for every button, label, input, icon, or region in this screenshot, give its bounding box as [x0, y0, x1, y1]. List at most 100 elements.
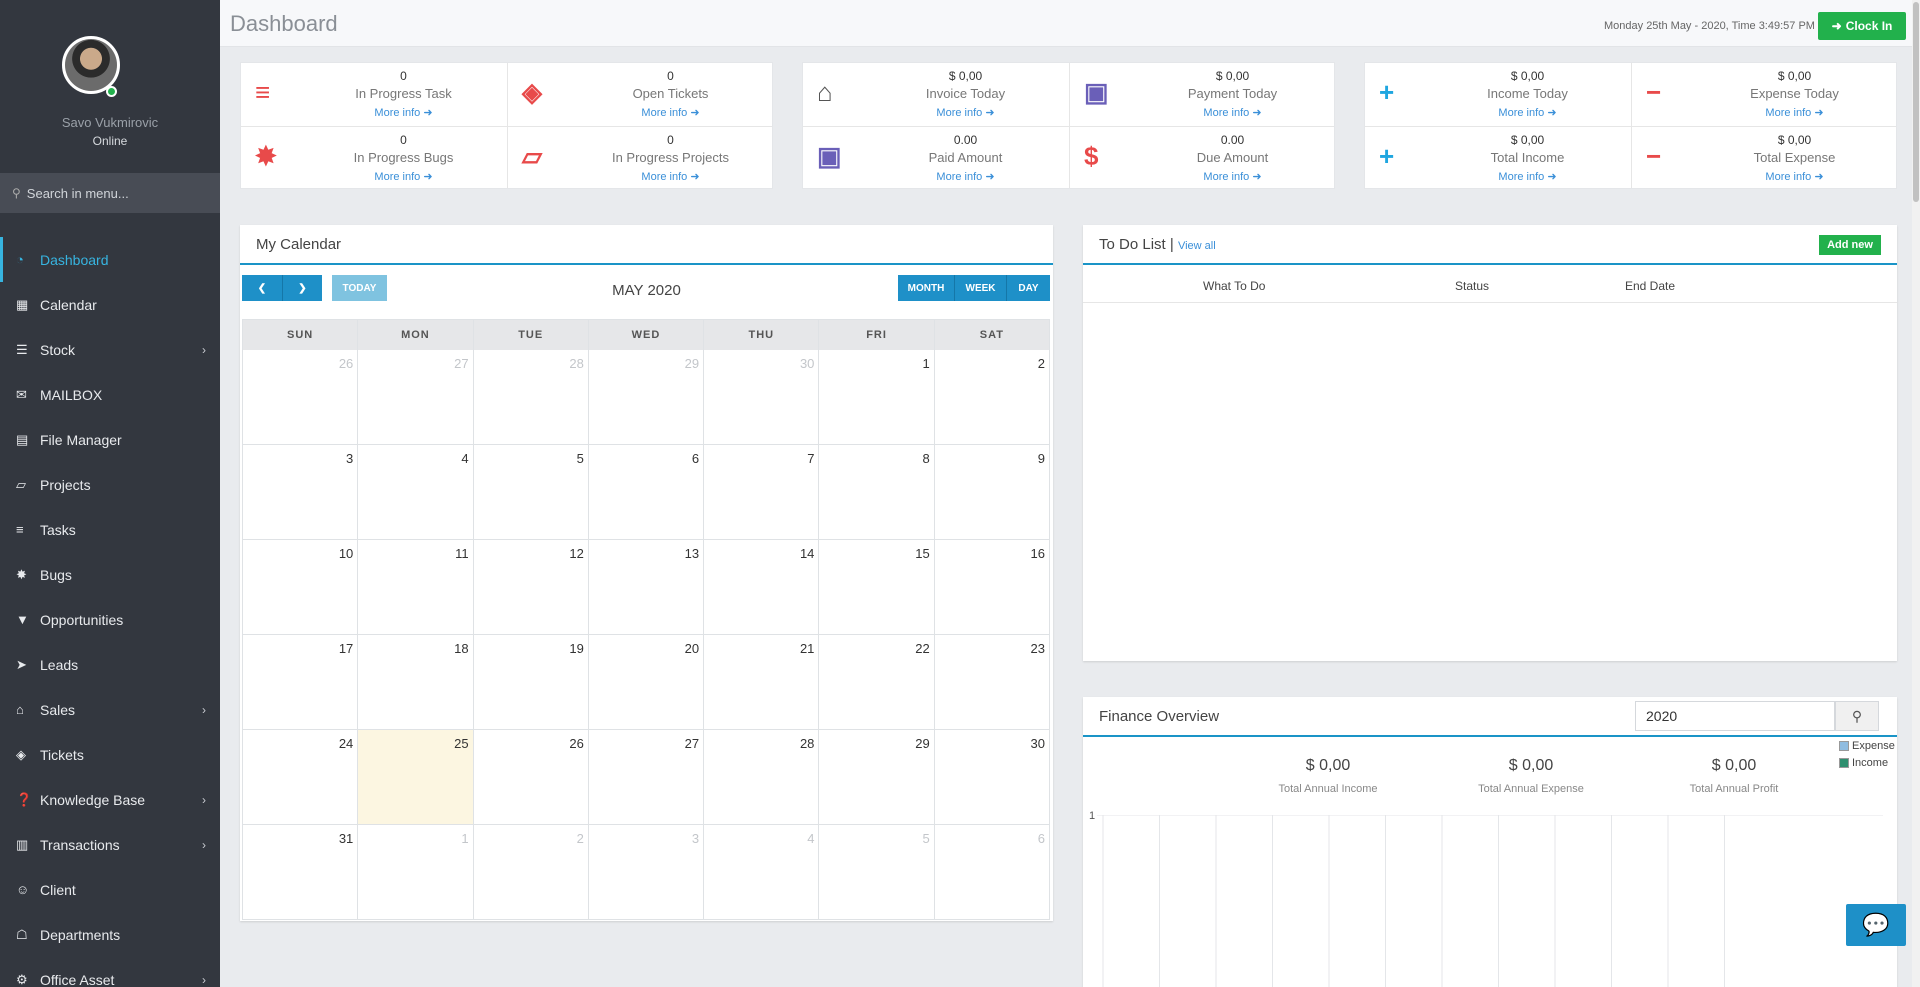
calendar-day[interactable]: 23	[934, 635, 1050, 730]
todo-header: To Do List | View all Add new	[1083, 225, 1897, 265]
sidebar-item-label: Tickets	[40, 746, 84, 763]
calendar-day[interactable]: 29	[819, 730, 935, 825]
finance-search-button[interactable]: ⚲	[1835, 701, 1879, 731]
calendar-day[interactable]: 3	[588, 825, 705, 920]
calendar-day[interactable]: 7	[704, 445, 820, 540]
calendar-day[interactable]: 27	[588, 730, 705, 825]
calendar-day[interactable]: 2	[473, 825, 589, 920]
legend-item-expense[interactable]: Expense	[1839, 737, 1895, 754]
sidebar-item-tasks[interactable]: ≡ Tasks	[0, 507, 220, 552]
calendar-day[interactable]: 30	[704, 350, 820, 445]
more-info-label: More info	[1765, 171, 1812, 183]
calendar-day[interactable]: 6	[934, 825, 1050, 920]
view-all-link[interactable]: View all	[1178, 240, 1216, 252]
month-view-button[interactable]: MONTH	[898, 275, 954, 301]
sidebar-item-transactions[interactable]: ▥ Transactions ›	[0, 822, 220, 867]
sidebar-item-bugs[interactable]: ✸ Bugs	[0, 552, 220, 597]
calendar-day[interactable]: 28	[473, 350, 589, 445]
calendar-day[interactable]: 6	[588, 445, 705, 540]
more-info-link[interactable]: More info ➜	[568, 106, 773, 119]
todo-table-header: What To Do Status End Date	[1083, 277, 1897, 303]
calendar-day[interactable]: 8	[819, 445, 935, 540]
calendar-day[interactable]: 17	[243, 635, 359, 730]
more-info-link[interactable]: More info ➜	[863, 106, 1068, 119]
question-icon: ❓	[16, 791, 33, 807]
todo-title-group: To Do List | View all	[1099, 236, 1216, 253]
sidebar-item-sales[interactable]: ⌂ Sales ›	[0, 687, 220, 732]
sidebar-item-mailbox[interactable]: ✉ MAILBOX	[0, 372, 220, 417]
calendar-day[interactable]: 4	[358, 445, 474, 540]
more-info-link[interactable]: More info ➜	[1425, 106, 1630, 119]
calendar-day[interactable]: 1	[819, 350, 935, 445]
sidebar-item-departments[interactable]: ☖ Departments	[0, 912, 220, 957]
more-info-link[interactable]: More info ➜	[1692, 106, 1897, 119]
calendar-day[interactable]: 5	[819, 825, 935, 920]
calendar-day[interactable]: 20	[588, 635, 705, 730]
add-new-todo-button[interactable]: Add new	[1819, 235, 1881, 255]
calendar-day[interactable]: 26	[473, 730, 589, 825]
sidebar-item-office-asset[interactable]: ⚙ Office Asset ›	[0, 957, 220, 987]
sidebar-item-file-manager[interactable]: ▤ File Manager	[0, 417, 220, 462]
calendar-day[interactable]: 9	[934, 445, 1050, 540]
sidebar-item-leads[interactable]: ➤ Leads	[0, 642, 220, 687]
more-info-link[interactable]: More info ➜	[1130, 170, 1335, 183]
calendar-day[interactable]: 16	[934, 540, 1050, 635]
sidebar-item-calendar[interactable]: ▦ Calendar	[0, 282, 220, 327]
page-scrollbar[interactable]	[1912, 0, 1920, 987]
calendar-day[interactable]: 21	[704, 635, 820, 730]
online-status-dot	[106, 86, 117, 97]
clock-in-button[interactable]: ➜ Clock In	[1818, 12, 1906, 40]
sidebar-item-dashboard[interactable]: ◔ Dashboard	[0, 237, 220, 282]
stats-panel-invoices: ⌂ $ 0,00 Invoice Today More info ➜ ▣ $ 0,00 Pa…	[802, 62, 1335, 189]
finance-card: Finance Overview 2020 ⚲ $ 0,00 Total Ann…	[1083, 697, 1897, 987]
more-info-link[interactable]: More info ➜	[1692, 170, 1897, 183]
more-info-link[interactable]: More info ➜	[863, 170, 1068, 183]
sidebar-item-client[interactable]: ☺ Client	[0, 867, 220, 912]
calendar-day[interactable]: 3	[243, 445, 359, 540]
more-info-link[interactable]: More info ➜	[301, 170, 506, 183]
calendar-header: My Calendar	[240, 225, 1053, 265]
sidebar-item-tickets[interactable]: ◈ Tickets	[0, 732, 220, 777]
calendar-day[interactable]: 27	[358, 350, 474, 445]
calendar-day[interactable]: 1	[358, 825, 474, 920]
menu-search-input[interactable]	[26, 185, 207, 201]
calendar-week-row: 17 18 19 20 21 22 23	[243, 635, 1050, 730]
calendar-day[interactable]: 19	[473, 635, 589, 730]
chat-button[interactable]: 💬	[1846, 904, 1906, 946]
calendar-day[interactable]: 28	[704, 730, 820, 825]
search-icon: ⚲	[1851, 707, 1863, 724]
sidebar-item-projects[interactable]: ▱ Projects	[0, 462, 220, 507]
calendar-day[interactable]: 4	[704, 825, 820, 920]
calendar-day[interactable]: 10	[243, 540, 359, 635]
calendar-day[interactable]: 26	[243, 350, 359, 445]
legend-item-income[interactable]: Income	[1839, 754, 1895, 771]
sidebar-item-knowledge-base[interactable]: ❓ Knowledge Base ›	[0, 777, 220, 822]
calendar-day[interactable]: 14	[704, 540, 820, 635]
stat-label: Total Expense	[1753, 150, 1836, 165]
week-view-button[interactable]: WEEK	[954, 275, 1006, 301]
calendar-day[interactable]: 13	[588, 540, 705, 635]
calendar-day[interactable]: 31	[243, 825, 359, 920]
calendar-day[interactable]: 5	[473, 445, 589, 540]
day-view-button[interactable]: DAY	[1006, 275, 1050, 301]
calendar-day[interactable]: 29	[588, 350, 705, 445]
calendar-day[interactable]: 2	[934, 350, 1050, 445]
calendar-day[interactable]: 11	[358, 540, 474, 635]
more-info-link[interactable]: More info ➜	[1130, 106, 1335, 119]
sidebar-item-stock[interactable]: ☰ Stock ›	[0, 327, 220, 372]
calendar-day[interactable]: 22	[819, 635, 935, 730]
calendar-day-today[interactable]: 25	[358, 730, 474, 825]
finance-year-input[interactable]: 2020	[1635, 701, 1835, 731]
calendar-day[interactable]: 12	[473, 540, 589, 635]
column-what-to-do[interactable]: What To Do	[1203, 279, 1265, 293]
more-info-link[interactable]: More info ➜	[568, 170, 773, 183]
column-end-date[interactable]: End Date	[1625, 279, 1675, 293]
calendar-day[interactable]: 24	[243, 730, 359, 825]
column-status[interactable]: Status	[1455, 279, 1489, 293]
calendar-day[interactable]: 15	[819, 540, 935, 635]
more-info-link[interactable]: More info ➜	[1425, 170, 1630, 183]
sidebar-item-opportunities[interactable]: ▼ Opportunities	[0, 597, 220, 642]
more-info-link[interactable]: More info ➜	[301, 106, 506, 119]
calendar-day[interactable]: 30	[934, 730, 1050, 825]
calendar-day[interactable]: 18	[358, 635, 474, 730]
